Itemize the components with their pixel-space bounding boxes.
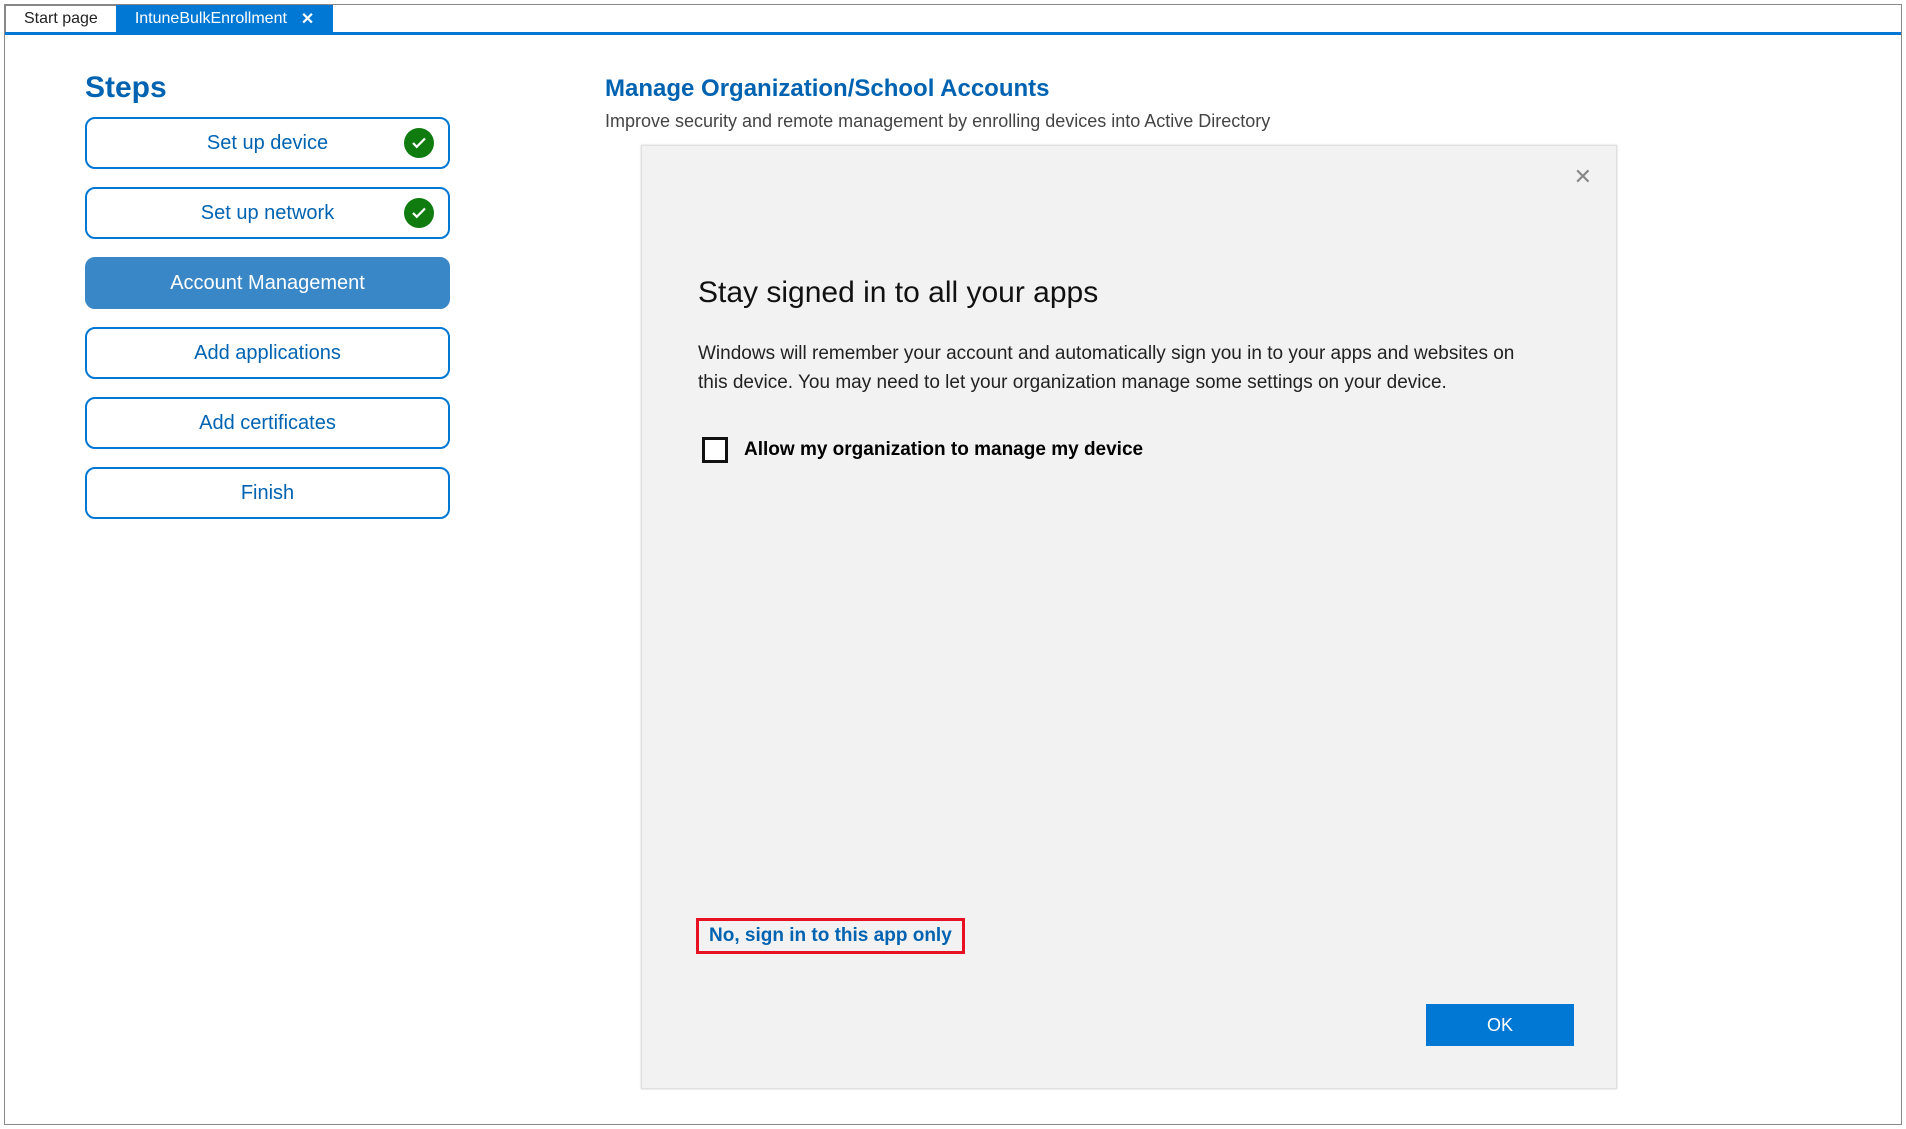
dialog-close-button[interactable]: ✕ xyxy=(1574,164,1592,190)
close-icon: ✕ xyxy=(1574,164,1592,189)
checkbox-icon xyxy=(702,437,728,463)
highlight-box: No, sign in to this app only xyxy=(696,918,965,954)
sign-in-this-app-only-link[interactable]: No, sign in to this app only xyxy=(709,925,952,946)
ok-button[interactable]: OK xyxy=(1426,1004,1574,1046)
tab-start-label: Start page xyxy=(24,10,98,28)
step-label: Add certificates xyxy=(199,412,336,435)
steps-sidebar: Steps Set up device Set up network Accou… xyxy=(85,71,485,537)
close-icon[interactable]: ✕ xyxy=(301,9,314,29)
checkbox-label: Allow my organization to manage my devic… xyxy=(744,439,1143,461)
allow-manage-checkbox[interactable]: Allow my organization to manage my devic… xyxy=(702,437,1560,463)
tab-bar: Start page IntuneBulkEnrollment ✕ xyxy=(5,5,1901,35)
check-circle-icon xyxy=(404,128,434,158)
step-account-management[interactable]: Account Management xyxy=(85,257,450,309)
tab-intune-bulk-enrollment[interactable]: IntuneBulkEnrollment ✕ xyxy=(116,5,334,32)
tab-start-page[interactable]: Start page xyxy=(5,5,116,32)
step-label: Set up network xyxy=(201,202,334,225)
steps-title: Steps xyxy=(85,71,485,105)
dialog-title: Stay signed in to all your apps xyxy=(698,276,1560,310)
step-label: Finish xyxy=(241,482,294,505)
step-label: Set up device xyxy=(207,132,328,155)
step-set-up-network[interactable]: Set up network xyxy=(85,187,450,239)
page-title: Manage Organization/School Accounts xyxy=(605,75,1853,103)
step-add-applications[interactable]: Add applications xyxy=(85,327,450,379)
step-add-certificates[interactable]: Add certificates xyxy=(85,397,450,449)
step-label: Add applications xyxy=(194,342,341,365)
step-set-up-device[interactable]: Set up device xyxy=(85,117,450,169)
dialog-body-text: Windows will remember your account and a… xyxy=(698,340,1548,397)
step-finish[interactable]: Finish xyxy=(85,467,450,519)
stay-signed-in-dialog: ✕ Stay signed in to all your apps Window… xyxy=(641,145,1617,1089)
page-subtitle: Improve security and remote management b… xyxy=(605,111,1853,132)
tab-active-label: IntuneBulkEnrollment xyxy=(135,10,287,28)
check-circle-icon xyxy=(404,198,434,228)
step-label: Account Management xyxy=(170,272,365,295)
